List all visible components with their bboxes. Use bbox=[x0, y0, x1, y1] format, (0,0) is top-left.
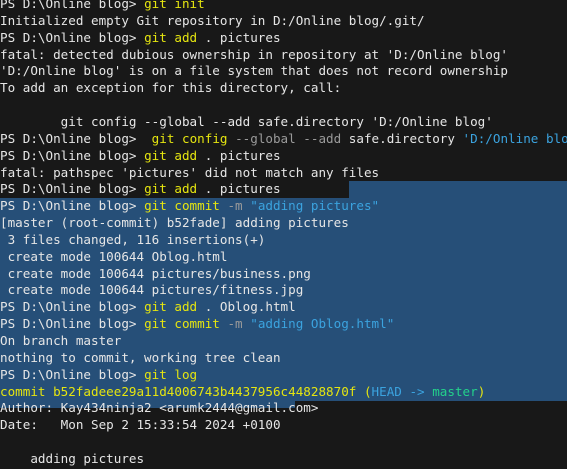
terminal-text: . pictures bbox=[197, 29, 281, 45]
terminal-text: --global --add bbox=[227, 130, 342, 146]
terminal-text: PS D:\Online blog> bbox=[0, 130, 152, 146]
terminal-text: git commit bbox=[144, 316, 220, 332]
terminal-text: git config --global --add safe.directory… bbox=[0, 113, 493, 129]
terminal-text: [master (root-commit) b52fade] adding pi… bbox=[0, 215, 349, 231]
terminal-line: create mode 100644 pictures/business.png bbox=[0, 265, 567, 283]
terminal-text: commit b52fadeee29a11d4006743b4437956c44… bbox=[0, 383, 372, 399]
terminal-text: PS D:\Online blog> bbox=[0, 316, 145, 332]
terminal-text: 'D:/Online blog' is on a file system tha… bbox=[0, 63, 508, 79]
terminal-text: PS D:\Online blog> bbox=[0, 181, 145, 197]
terminal-line: Author: Kay434ninja2 <arumk2444@gmail.co… bbox=[0, 400, 318, 417]
terminal-line: Initialized empty Git repository in D:/O… bbox=[0, 13, 425, 30]
terminal-text: On branch master bbox=[0, 333, 122, 348]
terminal-text: create mode 100644 Oblog.html bbox=[0, 248, 228, 264]
terminal-line: PS D:\Online blog> git add . pictures bbox=[0, 181, 567, 199]
terminal-text: 'D:/Online blog' bbox=[462, 130, 567, 146]
terminal-text: "adding Oblog.html" bbox=[250, 316, 395, 332]
terminal-text: git add bbox=[144, 181, 198, 197]
terminal-line: [master (root-commit) b52fade] adding pi… bbox=[0, 215, 567, 233]
terminal-text: PS D:\Online blog> bbox=[0, 29, 145, 45]
terminal-text: master bbox=[432, 383, 478, 399]
terminal-line: PS D:\Online blog> git commit -m "adding… bbox=[0, 198, 567, 216]
terminal-text: fatal: pathspec 'pictures' did not match… bbox=[0, 164, 380, 180]
terminal-text: . Oblog.html bbox=[197, 299, 296, 315]
terminal-text: PS D:\Online blog> bbox=[0, 147, 145, 163]
terminal-line: PS D:\Online blog> git init bbox=[0, 0, 205, 13]
terminal-text: PS D:\Online blog> bbox=[0, 198, 145, 214]
terminal-text: git add bbox=[144, 299, 198, 315]
terminal-text: -m bbox=[219, 198, 251, 214]
terminal-line: PS D:\Online blog> git add . pictures bbox=[0, 30, 281, 47]
terminal-text: git commit bbox=[144, 198, 220, 214]
terminal-line: PS D:\Online blog> git add . pictures bbox=[0, 148, 281, 165]
terminal-text: fatal: detected dubious ownership in rep… bbox=[0, 46, 508, 62]
terminal-text: PS D:\Online blog> bbox=[0, 0, 145, 11]
terminal-text: -m bbox=[219, 316, 251, 332]
terminal-line: adding pictures bbox=[0, 451, 144, 468]
terminal-text: git config bbox=[151, 130, 228, 146]
terminal-line: 3 files changed, 116 insertions(+) bbox=[0, 231, 567, 249]
terminal-text: To add an exception for this directory, … bbox=[0, 80, 342, 96]
terminal-line: PS D:\Online blog> git config --global -… bbox=[0, 131, 567, 148]
terminal-text: PS D:\Online blog> bbox=[0, 299, 145, 315]
terminal-line: commit b52fadeee29a11d4006743b4437956c44… bbox=[0, 383, 567, 401]
terminal-text: "adding pictures" bbox=[250, 198, 380, 214]
terminal-line: PS D:\Online blog> git log bbox=[0, 366, 567, 384]
terminal-line: fatal: pathspec 'pictures' did not match… bbox=[0, 165, 379, 182]
terminal-line: To add an exception for this directory, … bbox=[0, 80, 341, 97]
terminal-line: create mode 100644 Oblog.html bbox=[0, 248, 567, 266]
terminal-text: create mode 100644 pictures/business.png bbox=[0, 265, 311, 281]
terminal-text: git add bbox=[144, 29, 198, 45]
terminal-line: PS D:\Online blog> git commit -m "adding… bbox=[0, 316, 567, 334]
terminal-text: Author: Kay434ninja2 <arumk2444@gmail.co… bbox=[0, 400, 319, 416]
terminal-text: adding pictures bbox=[0, 450, 145, 466]
terminal-text: Initialized empty Git repository in D:/O… bbox=[0, 12, 425, 28]
terminal-text: ) bbox=[477, 383, 486, 399]
terminal-text: safe.directory bbox=[341, 130, 463, 146]
terminal-output[interactable]: PS D:\Online blog> git init Initialized e… bbox=[0, 0, 567, 469]
terminal-line: fatal: detected dubious ownership in rep… bbox=[0, 47, 508, 64]
terminal-text: PS D:\Online blog> bbox=[0, 366, 145, 382]
terminal-line: create mode 100644 pictures/fitness.jpg bbox=[0, 282, 567, 300]
terminal-text: git add bbox=[144, 147, 198, 163]
terminal-line: git config --global --add safe.directory… bbox=[0, 114, 493, 131]
terminal-line: nothing to commit, working tree clean bbox=[0, 349, 567, 367]
terminal-text: nothing to commit, working tree clean bbox=[0, 349, 281, 365]
terminal-text: . pictures bbox=[197, 181, 281, 197]
terminal-text: 3 files changed, 116 insertions(+) bbox=[0, 231, 266, 247]
terminal-line: PS D:\Online blog> git add . Oblog.html bbox=[0, 299, 567, 317]
terminal-text: HEAD -> bbox=[371, 383, 433, 399]
terminal-text: git init bbox=[144, 0, 205, 11]
terminal-text: Date: Mon Sep 2 15:33:54 2024 +0100 bbox=[0, 417, 281, 433]
terminal-line: On branch master bbox=[0, 333, 567, 350]
terminal-text: . pictures bbox=[197, 147, 281, 163]
terminal-line: 'D:/Online blog' is on a file system tha… bbox=[0, 63, 508, 80]
terminal-line: Date: Mon Sep 2 15:33:54 2024 +0100 bbox=[0, 417, 281, 434]
terminal-text: git log bbox=[144, 366, 198, 382]
terminal-text: create mode 100644 pictures/fitness.jpg bbox=[0, 282, 304, 298]
